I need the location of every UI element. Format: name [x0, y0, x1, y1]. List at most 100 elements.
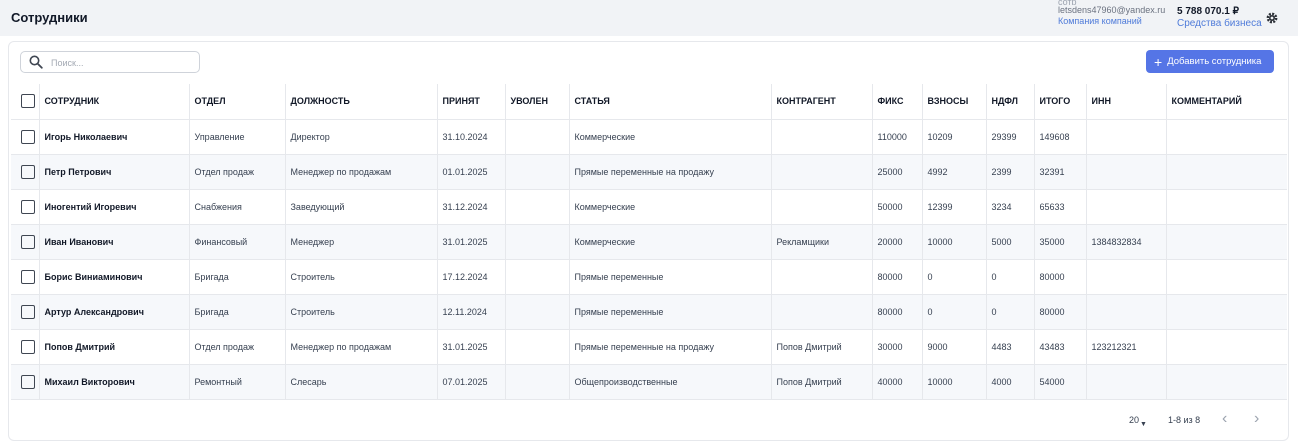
next-page-button[interactable]: ›: [1254, 410, 1259, 428]
table-cell: [771, 294, 873, 330]
table-cell: 25000: [872, 154, 923, 190]
prev-page-button[interactable]: ‹: [1222, 410, 1227, 428]
column-header[interactable]: НДФЛ: [986, 84, 1035, 120]
table-cell: 12.11.2024: [437, 294, 506, 330]
business-funds-link[interactable]: Средства бизнеса: [1177, 18, 1262, 30]
balance-amount: 5 788 070.1 ₽: [1177, 6, 1239, 17]
table-cell: [1166, 189, 1287, 225]
table-cell: Отдел продаж: [189, 154, 286, 190]
table-cell: [1166, 364, 1287, 400]
row-select-cell: [11, 364, 40, 400]
table-cell: [1086, 189, 1167, 225]
row-checkbox[interactable]: [21, 234, 35, 249]
balance-block: 5 788 070.1 ₽ Средства бизнеса: [1177, 6, 1262, 30]
table-cell: [505, 364, 570, 400]
add-employee-button[interactable]: + Добавить сотрудника: [1146, 50, 1274, 73]
table-cell: 80000: [1034, 294, 1087, 330]
table-cell: 3234: [986, 189, 1035, 225]
table-cell: 4483: [986, 329, 1035, 365]
column-header[interactable]: КОНТРАГЕНТ: [771, 84, 873, 120]
table-cell: 123212321: [1086, 329, 1167, 365]
table-cell: Прямые переменные: [569, 259, 772, 295]
column-header[interactable]: ВЗНОСЫ: [922, 84, 987, 120]
row-checkbox[interactable]: [21, 339, 35, 354]
table-row[interactable]: Иногентий Игоревич Снабжения Заведующий 31.…: [11, 189, 1287, 225]
table-row[interactable]: Петр Петрович Отдел продаж Менеджер по про…: [11, 154, 1287, 190]
table-cell: 20000: [872, 224, 923, 260]
table-cell: 31.10.2024: [437, 119, 506, 155]
table-cell: Попов Дмитрий: [771, 364, 873, 400]
account-info: сотр letsdens47960@yandex.ru Компания ко…: [1058, 0, 1178, 27]
column-header[interactable]: ФИКС: [872, 84, 923, 120]
column-header[interactable]: ПРИНЯТ: [437, 84, 506, 120]
table-cell: Прямые переменные на продажу: [569, 329, 772, 365]
table-cell: Рекламщики: [771, 224, 873, 260]
table-row[interactable]: Борис Виниаминович Бригада Строитель 17.12.…: [11, 259, 1287, 295]
table-row[interactable]: Михаил Викторович Ремонтный Слесарь 07.01.2…: [11, 364, 1287, 400]
table-cell: 10000: [922, 224, 987, 260]
row-select-cell: [11, 259, 40, 295]
column-header[interactable]: ИНН: [1086, 84, 1167, 120]
row-checkbox[interactable]: [21, 164, 35, 179]
row-checkbox[interactable]: [21, 129, 35, 144]
column-header[interactable]: СОТРУДНИК: [39, 84, 190, 120]
row-checkbox[interactable]: [21, 199, 35, 214]
table-cell: [771, 259, 873, 295]
column-header[interactable]: ДОЛЖНОСТЬ: [285, 84, 438, 120]
row-select-cell: [11, 329, 40, 365]
table-cell: 35000: [1034, 224, 1087, 260]
page-title: Сотрудники: [11, 10, 88, 25]
table-cell: [505, 154, 570, 190]
column-header[interactable]: УВОЛЕН: [505, 84, 570, 120]
table-row[interactable]: Попов Дмитрий Отдел продаж Менеджер по про…: [11, 329, 1287, 365]
row-select-cell: [11, 154, 40, 190]
table-cell: Коммерческие: [569, 119, 772, 155]
table-cell: [1166, 224, 1287, 260]
table-cell: 32391: [1034, 154, 1087, 190]
table-cell: 0: [986, 294, 1035, 330]
table-cell: [1086, 364, 1167, 400]
row-checkbox[interactable]: [21, 269, 35, 284]
gear-icon[interactable]: [1264, 10, 1280, 26]
column-header[interactable]: КОММЕНТАРИЙ: [1166, 84, 1287, 120]
company-link[interactable]: Компания компаний: [1058, 16, 1178, 27]
table-cell: Попов Дмитрий: [39, 329, 190, 365]
table-cell: 01.01.2025: [437, 154, 506, 190]
table-cell: 31.12.2024: [437, 189, 506, 225]
column-header[interactable]: ИТОГО: [1034, 84, 1087, 120]
table-cell: 31.01.2025: [437, 329, 506, 365]
table-cell: [1166, 329, 1287, 365]
table-cell: 2399: [986, 154, 1035, 190]
table-cell: [505, 329, 570, 365]
table-row[interactable]: Артур Александрович Бригада Строитель 12.11…: [11, 294, 1287, 330]
per-page-select[interactable]: 20▼: [1129, 415, 1147, 428]
row-select-cell: [11, 189, 40, 225]
table-cell: [505, 189, 570, 225]
table-cell: Менеджер по продажам: [285, 154, 438, 190]
table-cell: 9000: [922, 329, 987, 365]
column-header[interactable]: ОТДЕЛ: [189, 84, 286, 120]
row-select-cell: [11, 119, 40, 155]
select-all-checkbox[interactable]: [21, 94, 35, 109]
row-checkbox[interactable]: [21, 374, 35, 389]
table-cell: Иван Иванович: [39, 224, 190, 260]
table-cell: Игорь Николаевич: [39, 119, 190, 155]
row-select-cell: [11, 294, 40, 330]
row-checkbox[interactable]: [21, 304, 35, 319]
table-cell: [505, 294, 570, 330]
search-box[interactable]: [20, 51, 200, 73]
table-cell: Коммерческие: [569, 189, 772, 225]
table-row[interactable]: Игорь Николаевич Управление Директор 31.10.…: [11, 119, 1287, 155]
table-row[interactable]: Иван Иванович Финансовый Менеджер 31.01.202…: [11, 224, 1287, 260]
plus-icon: +: [1154, 53, 1163, 70]
column-header[interactable]: СТАТЬЯ: [569, 84, 772, 120]
table-cell: Строитель: [285, 259, 438, 295]
search-input[interactable]: [51, 55, 191, 70]
table-cell: Директор: [285, 119, 438, 155]
table-cell: Борис Виниаминович: [39, 259, 190, 295]
add-employee-label: Добавить сотрудника: [1167, 56, 1262, 67]
table-cell: 40000: [872, 364, 923, 400]
table-cell: 5000: [986, 224, 1035, 260]
table-cell: 65633: [1034, 189, 1087, 225]
table-cell: 31.01.2025: [437, 224, 506, 260]
